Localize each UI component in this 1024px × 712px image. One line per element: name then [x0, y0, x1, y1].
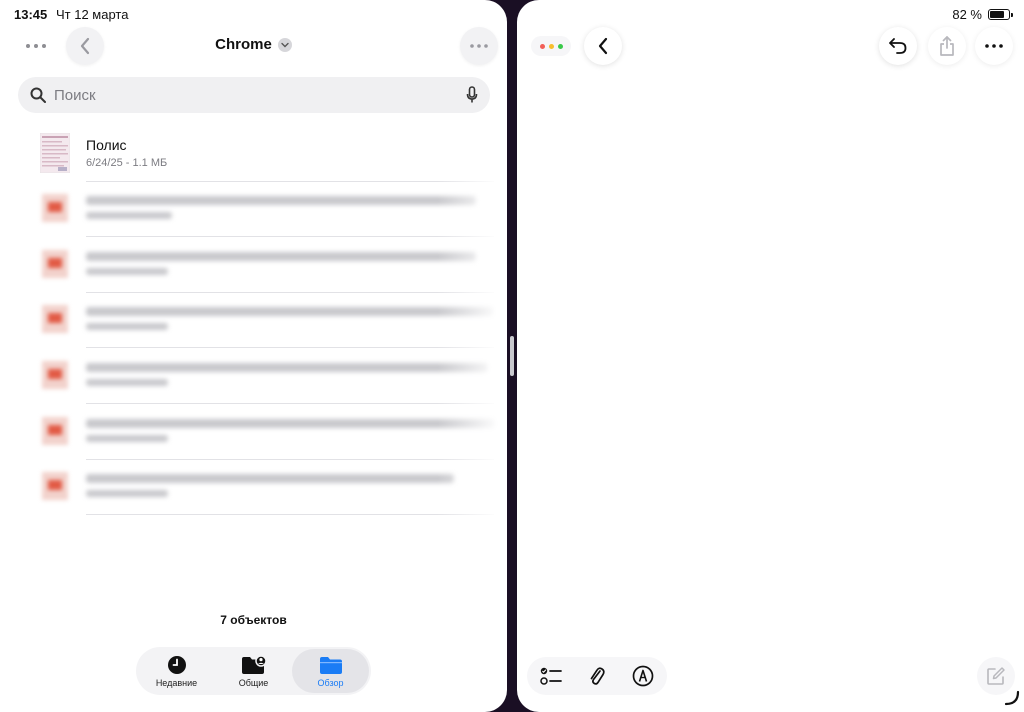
file-row-blurred[interactable]: [38, 182, 494, 237]
markup-icon[interactable]: [632, 665, 654, 687]
file-meta: 6/24/25 - 1.1 МБ: [86, 157, 168, 169]
files-window: Chrome Поиск Полис 6/24/25 - 1.1 МБ 7 об…: [0, 0, 507, 712]
tab-bar: Недавние Общие Обзор: [136, 647, 371, 695]
notes-window: [517, 0, 1024, 712]
pdf-thumbnail: [42, 305, 68, 333]
note-body[interactable]: [517, 80, 1024, 640]
window-controls[interactable]: [531, 36, 571, 56]
battery-fill: [990, 11, 1004, 18]
share-button[interactable]: [928, 27, 966, 65]
file-row-blurred[interactable]: [38, 349, 494, 404]
file-row[interactable]: Полис 6/24/25 - 1.1 МБ: [38, 127, 494, 182]
maximize-dot[interactable]: [557, 43, 563, 49]
pdf-thumbnail: [42, 417, 68, 445]
more-icon: [985, 44, 1003, 48]
file-row-blurred[interactable]: [38, 238, 494, 293]
file-row-blurred[interactable]: [38, 293, 494, 348]
clock-icon: [167, 655, 186, 674]
split-view-divider[interactable]: [510, 336, 514, 376]
close-dot[interactable]: [539, 43, 545, 49]
tab-shared[interactable]: Общие: [215, 649, 292, 693]
folder-title[interactable]: Chrome: [0, 36, 507, 53]
pdf-thumbnail: [42, 472, 68, 500]
more-icon: [470, 44, 488, 48]
paperclip-icon[interactable]: [589, 665, 605, 687]
battery-icon: [988, 9, 1013, 20]
minimize-dot[interactable]: [548, 43, 554, 49]
share-icon: [940, 36, 954, 56]
compose-icon: [987, 667, 1005, 685]
pdf-thumbnail: [42, 361, 68, 389]
file-row-blurred[interactable]: [38, 460, 494, 515]
file-name: Полис: [86, 137, 127, 153]
undo-button[interactable]: [879, 27, 917, 65]
resize-corner-icon[interactable]: [1004, 690, 1020, 706]
more-options-button[interactable]: [975, 27, 1013, 65]
pdf-thumbnail: [42, 194, 68, 222]
search-placeholder: Поиск: [54, 86, 96, 104]
status-battery: 82 %: [952, 7, 1013, 22]
status-time: 13:45: [14, 7, 48, 22]
page-title: Chrome: [215, 36, 272, 53]
search-icon: [30, 87, 46, 103]
back-button[interactable]: [584, 27, 622, 65]
status-date: Чт 12 марта: [56, 7, 129, 22]
file-row-blurred[interactable]: [38, 405, 496, 460]
search-input[interactable]: Поиск: [18, 77, 490, 113]
microphone-icon[interactable]: [466, 86, 478, 104]
chevron-left-icon: [598, 37, 608, 55]
battery-percent: 82 %: [952, 7, 982, 22]
chevron-down-icon: [277, 37, 292, 52]
undo-icon: [889, 38, 907, 54]
checklist-icon[interactable]: [540, 666, 563, 686]
item-count: 7 объектов: [220, 613, 287, 627]
tab-browse[interactable]: Обзор: [292, 649, 369, 693]
shared-folder-icon: [241, 654, 267, 674]
folder-icon: [319, 656, 342, 674]
pdf-thumbnail: [40, 133, 70, 173]
note-toolbar: [527, 657, 667, 695]
tab-recents[interactable]: Недавние: [138, 649, 215, 693]
pdf-thumbnail: [42, 250, 68, 278]
more-options-button[interactable]: [460, 27, 498, 65]
